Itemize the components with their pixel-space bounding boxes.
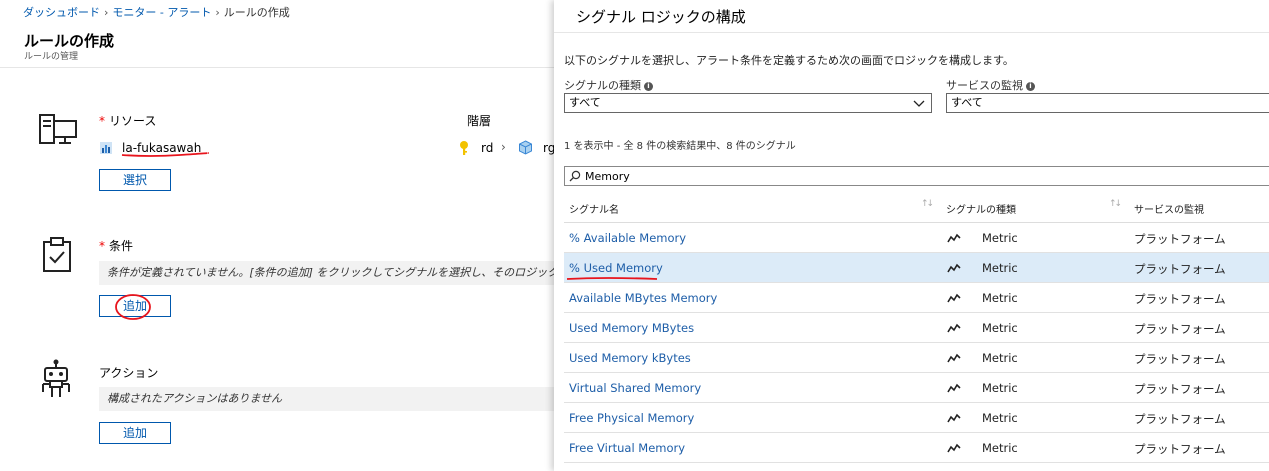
metric-signal-icon [947,443,961,453]
breadcrumb-dashboard[interactable]: ダッシュボード [23,6,100,19]
page-title: ルールの作成 [24,32,115,50]
signal-service: プラットフォーム [1134,292,1226,306]
column-signal-name[interactable]: シグナル名 [569,201,619,216]
metric-signal-icon [947,293,961,303]
page-subtitle: ルールの管理 [24,52,79,62]
table-row[interactable]: Free Virtual Memory Metric プラットフォーム [564,433,1269,463]
signal-name[interactable]: Free Virtual Memory [569,441,685,455]
signal-type: Metric [982,231,1018,245]
panel-title: シグナル ロジックの構成 [576,8,746,26]
chevron-down-icon [913,100,925,107]
robot-action-icon [42,359,70,397]
breadcrumb-current: ルールの作成 [223,6,290,19]
signal-search-input[interactable] [585,168,985,184]
add-action-button[interactable]: 追加 [99,422,171,444]
signal-service: プラットフォーム [1134,382,1226,396]
signal-name[interactable]: % Used Memory [569,261,663,275]
table-row[interactable]: Used Memory MBytes Metric プラットフォーム [564,313,1269,343]
sort-icon[interactable]: ↑↓ [1109,199,1122,209]
hierarchy-subscription: rd [481,141,494,155]
results-count-text: 1 を表示中 - 全 8 件の検索結果中、8 件のシグナル [564,141,796,152]
table-row[interactable]: Used Memory kBytes Metric プラットフォーム [564,343,1269,373]
resource-group-icon [519,140,532,155]
metric-signal-icon [947,323,961,333]
hierarchy-separator: › [501,140,506,154]
signal-type: Metric [982,441,1018,455]
signal-service: プラットフォーム [1134,232,1226,246]
signal-type: Metric [982,351,1018,365]
condition-label: * 条件 [99,239,134,253]
action-label: アクション [99,366,159,380]
signal-type-select[interactable]: すべて [564,93,932,113]
rule-form: * リソース 階層 la-fukasawah rd › rg 選択 * 条件 条… [0,69,560,471]
table-body: % Available Memory Metric プラットフォーム% Used M… [564,223,1269,463]
resource-label: * リソース [99,114,157,128]
signal-service: プラットフォーム [1134,442,1226,456]
breadcrumb-separator: › [215,6,220,19]
select-resource-button[interactable]: 選択 [99,169,171,191]
info-icon[interactable]: i [644,82,653,91]
signal-logic-panel: シグナル ロジックの構成 以下のシグナルを選択し、アラート条件を定義するため次の… [554,0,1269,471]
table-row[interactable]: Virtual Shared Memory Metric プラットフォーム [564,373,1269,403]
create-rule-blade: ダッシュボード › モニター - アラート › ルールの作成 ルールの作成 ルールの管理… [0,0,560,471]
signal-type: Metric [982,291,1018,305]
sort-icon[interactable]: ↑↓ [921,199,934,209]
signal-type: Metric [982,381,1018,395]
service-monitor-label: サービスの監視 i [946,77,1035,93]
signal-name[interactable]: Used Memory kBytes [569,351,691,365]
breadcrumb: ダッシュボード › モニター - アラート › ルールの作成 [23,4,290,20]
clipboard-check-icon [43,237,71,272]
panel-description: 以下のシグナルを選択し、アラート条件を定義するため次の画面でロジックを構成します… [564,54,1014,67]
service-monitor-select[interactable]: すべて [946,93,1269,113]
signal-type-label: シグナルの種類 i [564,77,653,93]
signal-service: プラットフォーム [1134,412,1226,426]
add-condition-button[interactable]: 追加 [99,295,171,317]
metric-signal-icon [947,353,961,363]
signal-search-box[interactable] [564,166,1269,186]
signal-service: プラットフォーム [1134,262,1226,276]
info-icon[interactable]: i [1026,82,1035,91]
metric-signal-icon [947,413,961,423]
column-service-monitor[interactable]: サービスの監視 [1134,201,1204,216]
signal-service: プラットフォーム [1134,352,1226,366]
signal-type: Metric [982,321,1018,335]
signal-type: Metric [982,261,1018,275]
condition-empty-note: 条件が定義されていません。[条件の追加] をクリックしてシグナルを選択し、そのロ… [99,261,560,285]
panel-divider [554,32,1269,33]
signal-name[interactable]: Free Physical Memory [569,411,694,425]
resource-server-icon [39,114,77,144]
signal-name[interactable]: Used Memory MBytes [569,321,694,335]
log-analytics-icon [100,142,112,154]
key-icon [460,141,468,155]
column-signal-type[interactable]: シグナルの種類 [946,201,1016,216]
service-monitor-value: すべて [951,96,983,109]
breadcrumb-separator: › [104,6,109,19]
metric-signal-icon [947,383,961,393]
table-row[interactable]: Free Physical Memory Metric プラットフォーム [564,403,1269,433]
action-empty-note: 構成されたアクションはありません [99,387,560,411]
hierarchy-label: 階層 [467,114,492,128]
signal-service: プラットフォーム [1134,322,1226,336]
search-icon [569,170,581,182]
table-row[interactable]: % Used Memory Metric プラットフォーム [564,253,1269,283]
signal-name[interactable]: Available MBytes Memory [569,291,717,305]
metric-signal-icon [947,263,961,273]
signal-name[interactable]: % Available Memory [569,231,686,245]
table-header: シグナル名 ↑↓ シグナルの種類 ↑↓ サービスの監視 [564,193,1269,223]
resource-name: la-fukasawah [122,141,202,155]
breadcrumb-monitor-alerts[interactable]: モニター - アラート [112,6,211,19]
table-row[interactable]: Available MBytes Memory Metric プラットフォーム [564,283,1269,313]
metric-signal-icon [947,233,961,243]
signal-type: Metric [982,411,1018,425]
signal-type-value: すべて [569,96,601,109]
signal-table: シグナル名 ↑↓ シグナルの種類 ↑↓ サービスの監視 % Available … [564,193,1269,463]
signal-name[interactable]: Virtual Shared Memory [569,381,701,395]
table-row[interactable]: % Available Memory Metric プラットフォーム [564,223,1269,253]
